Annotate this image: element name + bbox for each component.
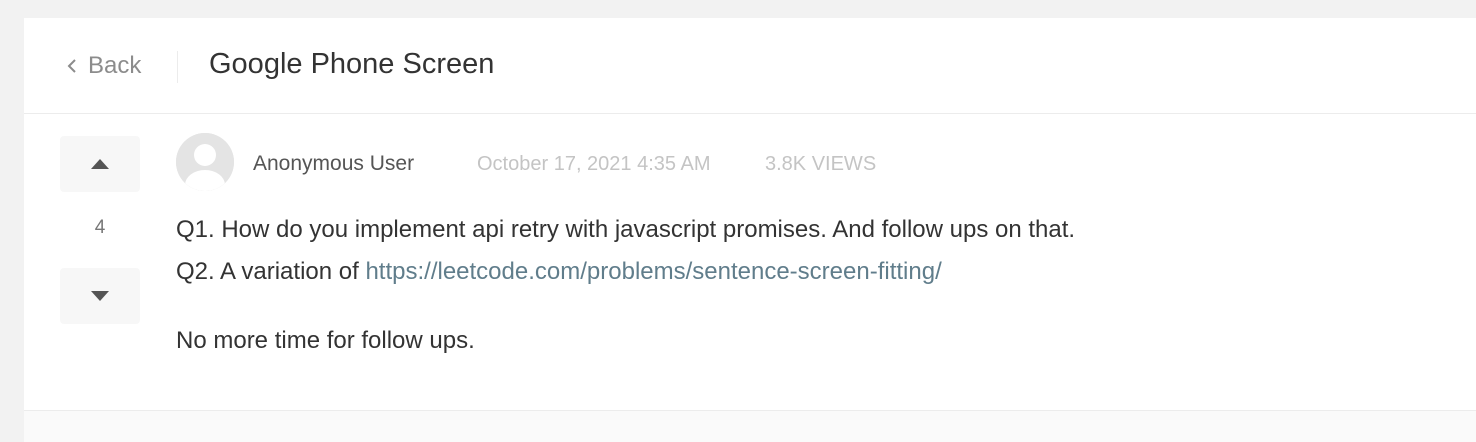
downvote-button[interactable] bbox=[60, 268, 140, 324]
chevron-left-icon bbox=[67, 59, 76, 73]
upvote-button[interactable] bbox=[60, 136, 140, 192]
view-count: 3.8K VIEWS bbox=[765, 153, 877, 175]
post-body-q1: Q1. How do you implement api retry with … bbox=[176, 216, 1076, 243]
back-button[interactable]: Back bbox=[64, 50, 141, 82]
post-date: October 17, 2021 4:35 AM bbox=[477, 153, 711, 175]
back-label: Back bbox=[88, 52, 142, 79]
q2-prefix: Q2. A variation of bbox=[176, 258, 366, 285]
vote-count: 4 bbox=[94, 217, 106, 238]
problem-link[interactable]: https://leetcode.com/problems/sentence-s… bbox=[365, 258, 941, 285]
caret-up-icon bbox=[91, 159, 109, 169]
user-avatar-icon bbox=[176, 133, 234, 191]
page-title: Google Phone Screen bbox=[209, 48, 495, 80]
caret-down-icon bbox=[91, 291, 109, 301]
discussion-post-card: Back Google Phone Screen 4 Anonymous Use… bbox=[24, 18, 1476, 442]
author-name[interactable]: Anonymous User bbox=[253, 152, 414, 176]
header-divider bbox=[177, 51, 178, 83]
comments-bar bbox=[24, 411, 1476, 442]
post-body-closing: No more time for follow ups. bbox=[176, 327, 475, 354]
post-header: Back Google Phone Screen bbox=[24, 18, 1476, 114]
avatar[interactable] bbox=[176, 133, 234, 191]
post-body-q2: Q2. A variation of https://leetcode.com/… bbox=[176, 258, 942, 286]
